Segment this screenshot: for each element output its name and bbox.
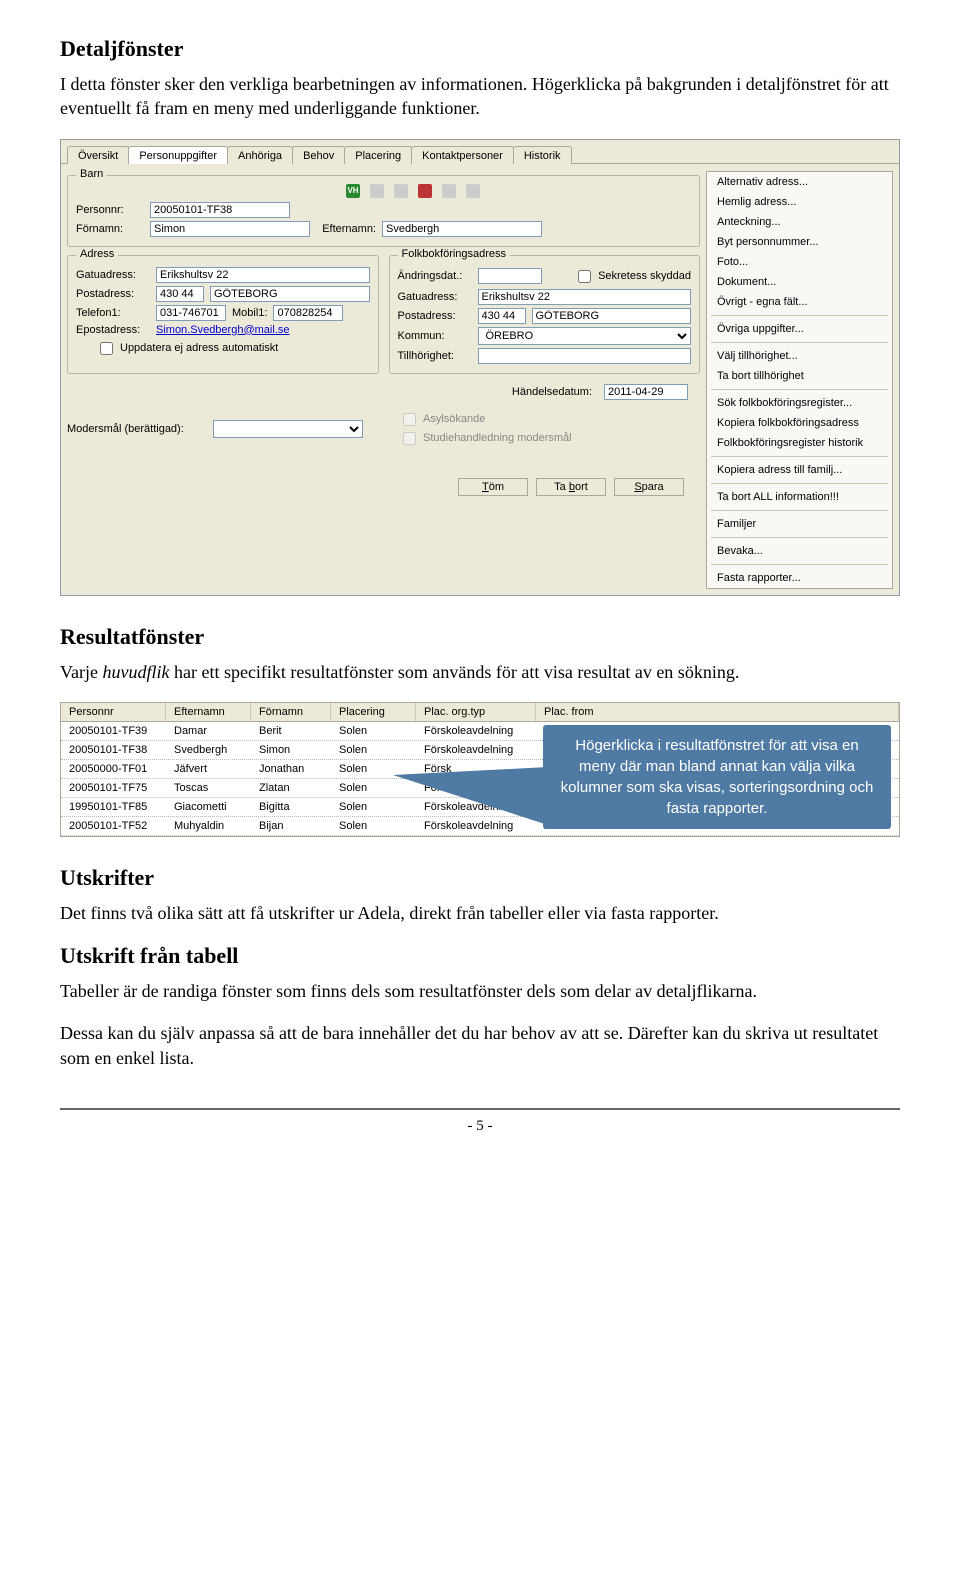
context-item[interactable]: Ta bort tillhörighet (707, 366, 892, 386)
para-3: Det finns två olika sätt att få utskrift… (60, 901, 900, 925)
placeholder-icon (370, 184, 384, 198)
context-item[interactable]: Foto... (707, 252, 892, 272)
para-2: Varje huvudflik har ett specifikt result… (60, 660, 900, 684)
studie-checkbox (403, 432, 416, 445)
efternamn-field[interactable] (382, 221, 542, 237)
context-item[interactable]: Dokument... (707, 272, 892, 292)
context-item[interactable]: Hemlig adress... (707, 192, 892, 212)
postnr-field[interactable] (156, 286, 204, 302)
uppdatera-checkbox[interactable] (100, 342, 113, 355)
para-5: Dessa kan du själv anpassa så att de bar… (60, 1021, 900, 1070)
context-item[interactable]: Kopiera adress till familj... (707, 460, 892, 480)
tom-button[interactable]: Töm (458, 478, 528, 496)
tillhorighet-field[interactable] (478, 348, 692, 364)
tab-översikt[interactable]: Översikt (67, 146, 129, 164)
group-folkbokforing: Folkbokföringsadress Ändringsdat.:Sekret… (389, 255, 701, 374)
column-header[interactable]: Plac. org.typ (416, 703, 536, 722)
modersmal-select[interactable] (213, 420, 363, 438)
column-header[interactable]: Personnr (61, 703, 166, 722)
context-menu: Alternativ adress...Hemlig adress...Ante… (706, 171, 893, 589)
context-item[interactable]: Övriga uppgifter... (707, 319, 892, 339)
context-item[interactable]: Byt personnummer... (707, 232, 892, 252)
context-item[interactable]: Övrigt - egna fält... (707, 292, 892, 312)
email-link[interactable]: Simon.Svedbergh@mail.se (156, 324, 289, 336)
tab-placering[interactable]: Placering (344, 146, 412, 164)
context-item[interactable]: Alternativ adress... (707, 172, 892, 192)
page-number: - 5 - (60, 1118, 900, 1135)
callout-tooltip: Högerklicka i resultatfönstret för att v… (543, 725, 891, 829)
folk-postnr-field[interactable] (478, 308, 526, 324)
para-4: Tabeller är de randiga fönster som finns… (60, 979, 900, 1003)
heading-utskrift-tabell: Utskrift från tabell (60, 943, 900, 969)
personnr-field[interactable] (150, 202, 290, 218)
result-table-screenshot: PersonnrEfternamnFörnamnPlaceringPlac. o… (60, 702, 900, 837)
heading-detaljfonster: Detaljfönster (60, 36, 900, 62)
context-item[interactable]: Anteckning... (707, 212, 892, 232)
context-item[interactable]: Bevaka... (707, 541, 892, 561)
page-footer: - 5 - (60, 1108, 900, 1135)
folk-ort-field[interactable] (532, 308, 692, 324)
mobil-field[interactable] (273, 305, 343, 321)
column-header[interactable]: Efternamn (166, 703, 251, 722)
tab-historik[interactable]: Historik (513, 146, 572, 164)
handelsedatum-field[interactable] (604, 384, 688, 400)
gatu-field[interactable] (156, 267, 370, 283)
context-item[interactable]: Folkbokföringsregister historik (707, 433, 892, 453)
asyl-checkbox (403, 413, 416, 426)
sekretess-checkbox[interactable] (578, 270, 591, 283)
column-header[interactable]: Förnamn (251, 703, 331, 722)
group-adress: Adress Gatuadress: Postadress: Telefon1:… (67, 255, 379, 374)
context-item[interactable]: Välj tillhörighet... (707, 346, 892, 366)
people-icon (418, 184, 432, 198)
spara-button[interactable]: Spara (614, 478, 684, 496)
placeholder-icon (394, 184, 408, 198)
context-item[interactable]: Fasta rapporter... (707, 568, 892, 588)
context-item[interactable]: Familjer (707, 514, 892, 534)
kommun-select[interactable]: ÖREBRO (478, 327, 692, 345)
detail-window-screenshot: ÖversiktPersonuppgifterAnhörigaBehovPlac… (60, 139, 900, 596)
vh-icon: VH (346, 184, 360, 198)
context-item[interactable]: Sök folkbokföringsregister... (707, 393, 892, 413)
para-1: I detta fönster sker den verkliga bearbe… (60, 72, 900, 121)
tabort-button[interactable]: Ta bort (536, 478, 606, 496)
context-item[interactable]: Ta bort ALL information!!! (707, 487, 892, 507)
tab-kontaktpersoner[interactable]: Kontaktpersoner (411, 146, 514, 164)
tab-behov[interactable]: Behov (292, 146, 345, 164)
column-header[interactable]: Placering (331, 703, 416, 722)
heading-utskrifter: Utskrifter (60, 865, 900, 891)
tab-bar: ÖversiktPersonuppgifterAnhörigaBehovPlac… (61, 140, 899, 163)
column-header[interactable]: Plac. from (536, 703, 899, 722)
context-item[interactable]: Kopiera folkbokföringsadress (707, 413, 892, 433)
ort-field[interactable] (210, 286, 370, 302)
fornamn-field[interactable] (150, 221, 310, 237)
placeholder-icon (466, 184, 480, 198)
tel-field[interactable] (156, 305, 226, 321)
tab-anhöriga[interactable]: Anhöriga (227, 146, 293, 164)
andringsdat-field[interactable] (478, 268, 542, 284)
folk-gatu-field[interactable] (478, 289, 692, 305)
placeholder-icon (442, 184, 456, 198)
heading-resultatfonster: Resultatfönster (60, 624, 900, 650)
tab-personuppgifter[interactable]: Personuppgifter (128, 146, 228, 164)
table-header: PersonnrEfternamnFörnamnPlaceringPlac. o… (61, 703, 899, 722)
group-barn: Barn VH Personnr: (67, 175, 700, 247)
